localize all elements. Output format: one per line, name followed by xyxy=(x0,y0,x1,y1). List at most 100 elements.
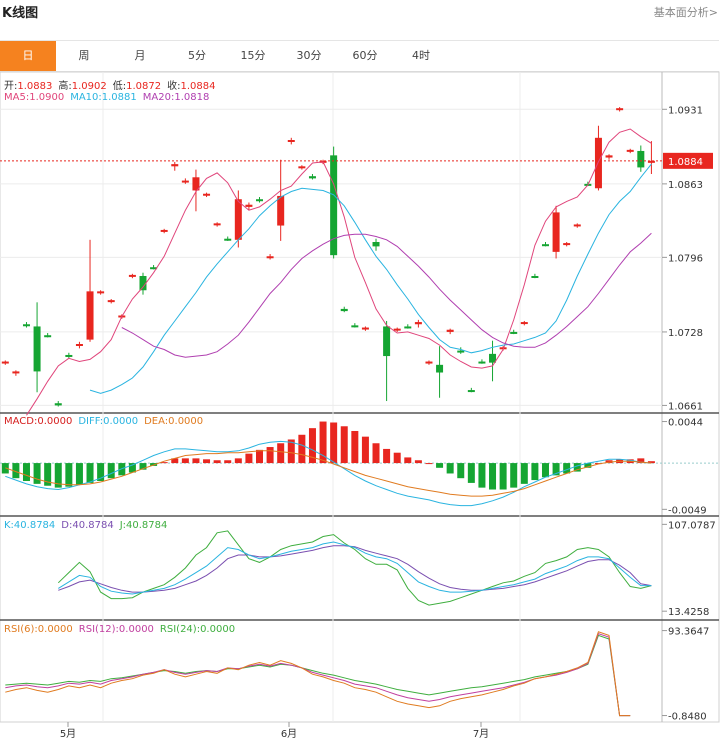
macd-bar-22 xyxy=(234,458,242,464)
kdj-tick-label-1: 13.4258 xyxy=(668,607,709,618)
candle-body-19 xyxy=(203,193,211,196)
rsi-tick-label-1: -0.8480 xyxy=(668,712,707,723)
last-price-label: 1.0884 xyxy=(668,157,703,168)
macd-bar-37 xyxy=(393,452,401,464)
ma-legend-item-0: MA5:1.0900 xyxy=(4,92,65,103)
ohlc-legend-item-2: 低:1.0872 xyxy=(112,81,162,92)
ma-legend-item-1: MA10:1.0881 xyxy=(70,92,137,103)
macd-bar-33 xyxy=(351,430,359,464)
x-tick-label-0: 5月 xyxy=(60,728,76,740)
macd-legend-item-0: MACD:0.0000 xyxy=(4,416,73,427)
candle-body-38 xyxy=(404,326,412,329)
price-tick-label-4: 1.0661 xyxy=(668,401,703,412)
macd-bar-51 xyxy=(541,463,549,478)
macd-bar-6 xyxy=(65,463,73,487)
macd-bar-31 xyxy=(330,422,338,464)
macd-tick-label-0: 0.0044 xyxy=(668,418,703,429)
x-tick-label-2: 7月 xyxy=(473,728,489,740)
macd-bar-23 xyxy=(245,453,253,464)
ohlc-legend-item-1: 高:1.0902 xyxy=(58,81,107,92)
macd-bar-2 xyxy=(22,463,30,482)
macd-bar-48 xyxy=(510,463,518,488)
macd-bar-36 xyxy=(383,448,391,464)
candle-body-17 xyxy=(181,180,189,183)
candle-body-50 xyxy=(531,276,539,278)
macd-bar-45 xyxy=(478,463,486,488)
macd-bar-40 xyxy=(425,463,433,465)
candle-body-25 xyxy=(266,256,274,259)
candle-body-27 xyxy=(287,140,295,142)
macd-bar-38 xyxy=(404,457,412,464)
candle-body-34 xyxy=(361,327,369,330)
candle-body-20 xyxy=(213,223,221,226)
rsi-legend-item-2: RSI(24):0.0000 xyxy=(159,624,236,635)
candle-body-39 xyxy=(414,322,422,325)
candle-body-58 xyxy=(616,108,624,111)
macd-bar-46 xyxy=(489,463,497,490)
macd-bar-47 xyxy=(499,463,507,490)
macd-bar-28 xyxy=(298,434,306,464)
macd-bar-20 xyxy=(213,460,221,464)
candle-body-5 xyxy=(54,403,62,406)
macd-bar-24 xyxy=(256,449,264,464)
macd-bar-34 xyxy=(361,436,369,464)
candle-body-54 xyxy=(573,224,581,227)
candle-body-16 xyxy=(171,164,179,167)
candle-body-29 xyxy=(308,176,316,179)
macd-bar-26 xyxy=(277,443,285,464)
candle-body-33 xyxy=(351,325,359,328)
candle-body-8 xyxy=(86,291,94,340)
candle-body-43 xyxy=(457,350,465,353)
kdj-legend-item-1: D:40.8784 xyxy=(61,520,114,531)
price-tick-label-3: 1.0728 xyxy=(668,328,703,339)
candle-body-36 xyxy=(383,326,391,357)
candle-body-44 xyxy=(467,390,475,393)
macd-legend: MACD:0.0000 DIFF:0.0000 DEA:0.0000 xyxy=(4,416,209,427)
candle-body-22 xyxy=(234,199,242,240)
candle-body-0 xyxy=(1,361,9,364)
candle-body-23 xyxy=(245,204,253,207)
macd-bar-18 xyxy=(192,458,200,464)
macd-bar-25 xyxy=(266,447,274,464)
candle-body-35 xyxy=(372,242,380,247)
candle-body-3 xyxy=(33,326,41,372)
kdj-legend: K:40.8784 D:40.8784 J:40.8784 xyxy=(4,520,173,531)
ohlc-legend: 开:1.0883 高:1.0902 低:1.0872 收:1.0884 xyxy=(4,77,222,92)
candle-body-21 xyxy=(224,238,232,241)
kdj-legend-item-2: J:40.8784 xyxy=(119,520,168,531)
macd-bar-35 xyxy=(372,443,380,464)
candle-body-7 xyxy=(75,344,83,346)
candle-body-10 xyxy=(107,300,115,303)
rsi12-line xyxy=(5,632,631,717)
macd-bar-19 xyxy=(203,459,211,464)
candle-body-49 xyxy=(520,322,528,325)
candle-body-48 xyxy=(510,331,518,334)
macd-bar-43 xyxy=(457,463,465,479)
rsi-legend: RSI(6):0.0000 RSI(12):0.0000 RSI(24):0.000… xyxy=(4,624,241,635)
candle-body-45 xyxy=(478,361,486,364)
macd-bar-49 xyxy=(520,463,528,484)
rsi-legend-item-1: RSI(12):0.0000 xyxy=(78,624,154,635)
candle-body-4 xyxy=(44,335,52,338)
macd-bar-44 xyxy=(467,463,475,483)
candle-body-37 xyxy=(393,328,401,331)
macd-bar-21 xyxy=(224,460,232,464)
ma5-line xyxy=(26,128,652,416)
ohlc-legend-item-0: 开:1.0883 xyxy=(4,81,53,92)
candle-body-15 xyxy=(160,229,168,232)
candle-body-52 xyxy=(552,212,560,252)
kdj-tick-label-0: 107.0787 xyxy=(668,520,716,531)
candle-body-40 xyxy=(425,361,433,364)
candle-body-42 xyxy=(446,329,454,332)
candle-body-28 xyxy=(298,166,306,169)
macd-bar-7 xyxy=(75,463,83,485)
kdj-legend-item-0: K:40.8784 xyxy=(4,520,56,531)
candle-body-24 xyxy=(256,199,264,202)
macd-bar-53 xyxy=(563,463,571,474)
rsi-legend-item-0: RSI(6):0.0000 xyxy=(4,624,73,635)
candle-body-41 xyxy=(436,364,444,373)
candle-body-59 xyxy=(626,149,634,152)
macd-bar-41 xyxy=(436,463,444,468)
candle-body-56 xyxy=(594,137,602,189)
candle-body-2 xyxy=(22,324,30,327)
